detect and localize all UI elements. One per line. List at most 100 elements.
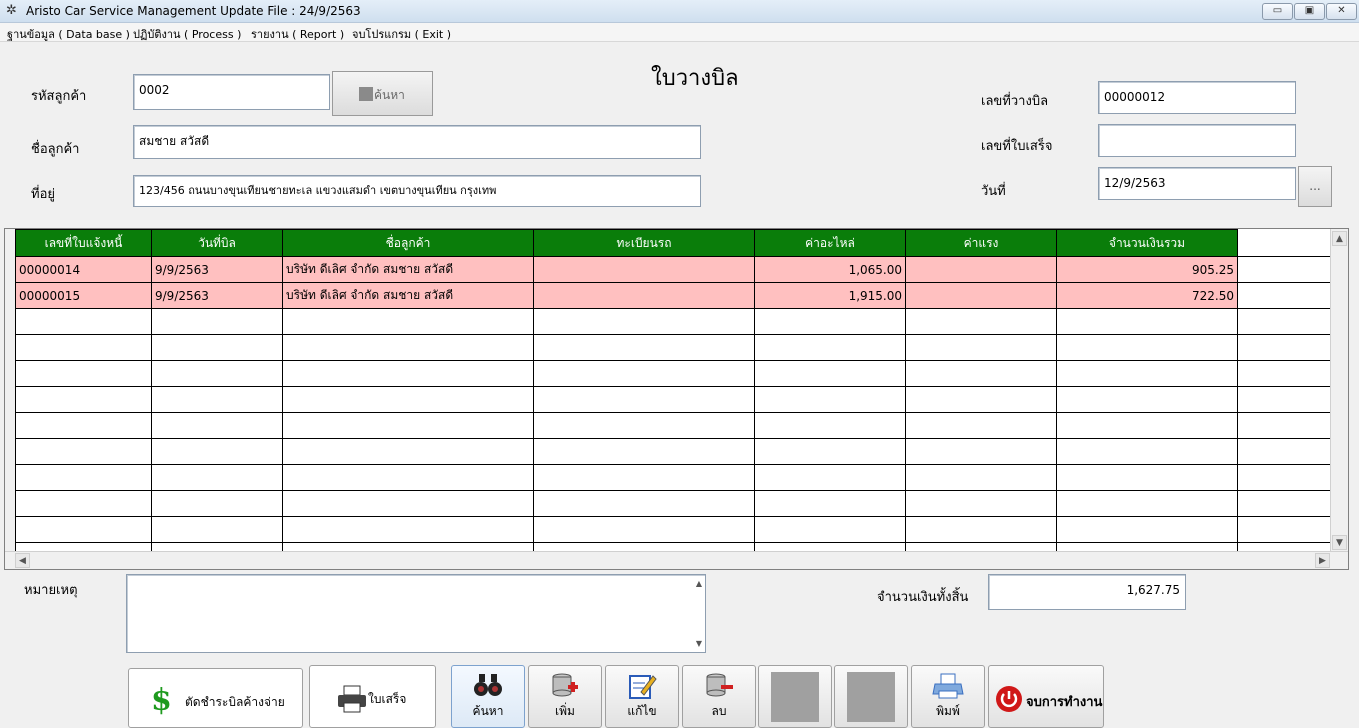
- billing-table: เลขที่ใบแจ้งหนี้ วันที่บิล ชื่อลูกค้า ทะ…: [15, 229, 1331, 569]
- menu-bar: ฐานข้อมูล ( Data base ) ปฏิบัติงาน ( Pro…: [0, 23, 1359, 42]
- printer-icon: [336, 684, 368, 717]
- table-row[interactable]: 00000015 9/9/2563 บริษัท ดีเลิศ จำกัด สม…: [15, 282, 1331, 309]
- cell-customer-name[interactable]: บริษัท ดีเลิศ จำกัด สมชาย สวัสดี: [282, 282, 534, 309]
- cell-total-amount[interactable]: 905.25: [1056, 256, 1238, 283]
- menu-process[interactable]: ปฏิบัติงาน ( Process ): [133, 25, 241, 43]
- address-field[interactable]: 123/456 ถนนบางขุนเทียนชายทะเล แขวงแสมดำ …: [133, 175, 701, 207]
- table-row-empty[interactable]: [15, 516, 1331, 543]
- cell-parts-cost[interactable]: 1,915.00: [754, 282, 906, 309]
- bill-no-label: เลขที่วางบิล: [981, 94, 1049, 109]
- col-total-amount[interactable]: จำนวนเงินรวม: [1056, 229, 1238, 257]
- cell-license-plate[interactable]: [533, 282, 755, 309]
- exit-button[interactable]: จบการทำงาน: [988, 665, 1104, 728]
- printer-icon: [932, 672, 964, 703]
- binoculars-icon: [473, 672, 503, 701]
- edit-button[interactable]: แก้ไข: [605, 665, 679, 728]
- table-row-empty[interactable]: [15, 464, 1331, 491]
- customer-name-field[interactable]: สมชาย สวัสดี: [133, 125, 701, 159]
- table-row-empty[interactable]: [15, 412, 1331, 439]
- print-label: พิมพ์: [936, 704, 960, 718]
- print-button[interactable]: พิมพ์: [911, 665, 985, 728]
- delete-label: ลบ: [711, 704, 727, 718]
- col-invoice-no[interactable]: เลขที่ใบแจ้งหนี้: [15, 229, 152, 257]
- cell-bill-date[interactable]: 9/9/2563: [151, 282, 283, 309]
- edit-icon: [627, 672, 657, 703]
- blank-button-2[interactable]: [834, 665, 908, 728]
- scroll-down-icon[interactable]: ▼: [1332, 535, 1347, 550]
- search-label: ค้นหา: [472, 704, 504, 718]
- col-labor-cost[interactable]: ค่าแรง: [905, 229, 1057, 257]
- scroll-left-icon[interactable]: ◀: [15, 553, 30, 568]
- menu-report[interactable]: รายงาน ( Report ): [251, 25, 344, 43]
- cell-customer-name[interactable]: บริษัท ดีเลิศ จำกัด สมชาย สวัสดี: [282, 256, 534, 283]
- notes-scroll-down-icon[interactable]: ▼: [696, 639, 702, 648]
- receipt-label: ใบเสร็จ: [368, 692, 407, 706]
- notes-scroll-up-icon[interactable]: ▲: [696, 579, 702, 588]
- cell-parts-cost[interactable]: 1,065.00: [754, 256, 906, 283]
- menu-exit[interactable]: จบโปรแกรม ( Exit ): [352, 25, 451, 43]
- search-button-icon: [359, 87, 373, 101]
- cell-license-plate[interactable]: [533, 256, 755, 283]
- cell-filler: [1237, 282, 1331, 309]
- scroll-right-icon[interactable]: ▶: [1315, 553, 1330, 568]
- table-row-empty[interactable]: [15, 386, 1331, 413]
- placeholder-icon: [771, 672, 819, 722]
- table-row-empty[interactable]: [15, 360, 1331, 387]
- add-button[interactable]: เพิ่ม: [528, 665, 602, 728]
- menu-database[interactable]: ฐานข้อมูล ( Data base ): [7, 25, 130, 43]
- close-button[interactable]: ✕: [1326, 3, 1357, 20]
- add-database-icon: [550, 672, 580, 703]
- notes-textarea[interactable]: ▲ ▼: [126, 574, 706, 653]
- table-row-empty[interactable]: [15, 308, 1331, 335]
- pay-bill-button[interactable]: $ ตัดชำระบิลค้างจ่าย: [128, 668, 303, 728]
- power-icon: [995, 685, 1023, 716]
- cell-labor-cost[interactable]: [905, 282, 1057, 309]
- receipt-no-field[interactable]: [1098, 124, 1296, 157]
- bill-no-field[interactable]: 00000012: [1098, 81, 1296, 114]
- window-title: Aristo Car Service Management Update Fil…: [26, 4, 361, 18]
- date-picker-button[interactable]: ...: [1298, 166, 1332, 207]
- vertical-scrollbar[interactable]: ▲ ▼: [1330, 229, 1348, 552]
- table-row-empty[interactable]: [15, 334, 1331, 361]
- total-field: 1,627.75: [988, 574, 1186, 610]
- scroll-up-icon[interactable]: ▲: [1332, 231, 1347, 246]
- delete-database-icon: [704, 672, 734, 703]
- horizontal-scrollbar[interactable]: ◀ ▶: [5, 551, 1348, 569]
- date-field[interactable]: 12/9/2563: [1098, 167, 1296, 200]
- col-license-plate[interactable]: ทะเบียนรถ: [533, 229, 755, 257]
- add-label: เพิ่ม: [555, 704, 575, 718]
- maximize-button[interactable]: ▣: [1294, 3, 1325, 20]
- cell-invoice-no[interactable]: 00000014: [15, 256, 152, 283]
- minimize-button[interactable]: ▭: [1262, 3, 1293, 20]
- cell-invoice-no[interactable]: 00000015: [15, 282, 152, 309]
- search-customer-button[interactable]: ค้นหา: [332, 71, 433, 116]
- date-label: วันที่: [981, 184, 1006, 199]
- total-label: จำนวนเงินทั้งสิ้น: [877, 590, 969, 605]
- table-row-empty[interactable]: [15, 490, 1331, 517]
- blank-button-1[interactable]: [758, 665, 832, 728]
- cell-bill-date[interactable]: 9/9/2563: [151, 256, 283, 283]
- col-bill-date[interactable]: วันที่บิล: [151, 229, 283, 257]
- billing-grid[interactable]: เลขที่ใบแจ้งหนี้ วันที่บิล ชื่อลูกค้า ทะ…: [4, 228, 1349, 570]
- search-customer-label: ค้นหา: [374, 88, 405, 102]
- exit-label: จบการทำงาน: [1026, 695, 1103, 710]
- cell-total-amount[interactable]: 722.50: [1056, 282, 1238, 309]
- col-parts-cost[interactable]: ค่าอะไหล่: [754, 229, 906, 257]
- customer-code-field[interactable]: 0002: [133, 74, 330, 110]
- col-filler: [1237, 229, 1331, 257]
- customer-name-label: ชื่อลูกค้า: [31, 142, 80, 157]
- table-row[interactable]: 00000014 9/9/2563 บริษัท ดีเลิศ จำกัด สม…: [15, 256, 1331, 283]
- table-row-empty[interactable]: [15, 438, 1331, 465]
- dollar-icon: $: [151, 683, 172, 718]
- receipt-button[interactable]: ใบเสร็จ: [309, 665, 436, 728]
- col-customer-name[interactable]: ชื่อลูกค้า: [282, 229, 534, 257]
- pay-bill-label: ตัดชำระบิลค้างจ่าย: [185, 695, 285, 709]
- notes-label: หมายเหตุ: [24, 583, 78, 598]
- table-header-row: เลขที่ใบแจ้งหนี้ วันที่บิล ชื่อลูกค้า ทะ…: [15, 229, 1331, 257]
- delete-button[interactable]: ลบ: [682, 665, 756, 728]
- search-button[interactable]: ค้นหา: [451, 665, 525, 728]
- placeholder-icon: [847, 672, 895, 722]
- address-label: ที่อยู่: [31, 187, 55, 202]
- cell-labor-cost[interactable]: [905, 256, 1057, 283]
- receipt-no-label: เลขที่ใบเสร็จ: [981, 139, 1053, 154]
